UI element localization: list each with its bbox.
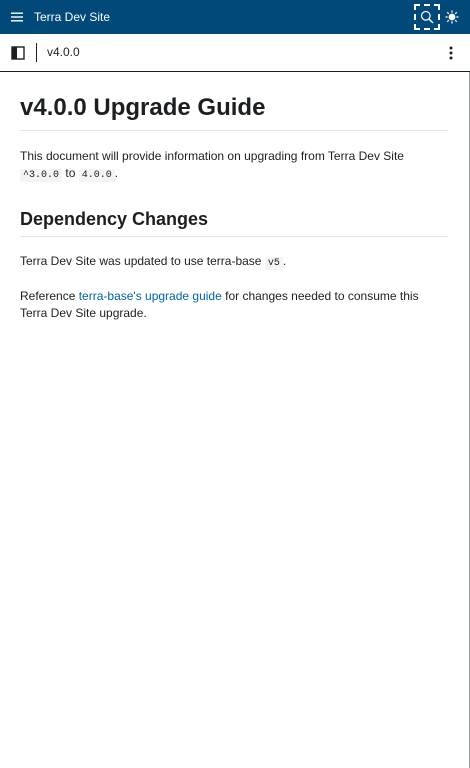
from-version-code: ^3.0.0 <box>20 169 63 182</box>
reference-paragraph: Reference terra-base's upgrade guide for… <box>20 288 448 322</box>
toolbar: v4.0.0 <box>0 34 470 72</box>
theme-icon[interactable] <box>445 10 459 24</box>
menu-icon[interactable] <box>9 9 25 25</box>
upgrade-guide-link[interactable]: terra-base's upgrade guide <box>79 289 222 303</box>
to-version-code: 4.0.0 <box>78 169 115 182</box>
intro-end: . <box>114 166 119 180</box>
toolbar-divider <box>36 43 37 62</box>
dependency-paragraph: Terra Dev Site was updated to use terra-… <box>20 253 448 272</box>
intro-paragraph: This document will provide information o… <box>20 148 448 184</box>
intro-to-word: to <box>65 166 76 180</box>
search-button[interactable] <box>414 4 440 30</box>
version-label: v4.0.0 <box>47 45 80 59</box>
reference-prefix: Reference <box>20 289 76 303</box>
dependency-text: Terra Dev Site was updated to use terra-… <box>20 254 262 268</box>
search-icon <box>420 10 434 24</box>
dependency-version-code: v5 <box>264 257 283 270</box>
dependency-end: . <box>282 254 287 268</box>
sidebar-toggle-icon[interactable] <box>11 46 25 60</box>
main-content: v4.0.0 Upgrade Guide This document will … <box>20 72 448 322</box>
app-title[interactable]: Terra Dev Site <box>34 10 110 24</box>
intro-text: This document will provide information o… <box>20 149 404 163</box>
app-header: Terra Dev Site <box>0 0 470 34</box>
section-title: Dependency Changes <box>20 208 448 237</box>
more-vertical-icon[interactable] <box>446 45 456 61</box>
page-title: v4.0.0 Upgrade Guide <box>20 94 448 131</box>
app-window: Terra Dev Site v4.0.0 v4.0.0 Upgrade Gui… <box>0 0 470 768</box>
